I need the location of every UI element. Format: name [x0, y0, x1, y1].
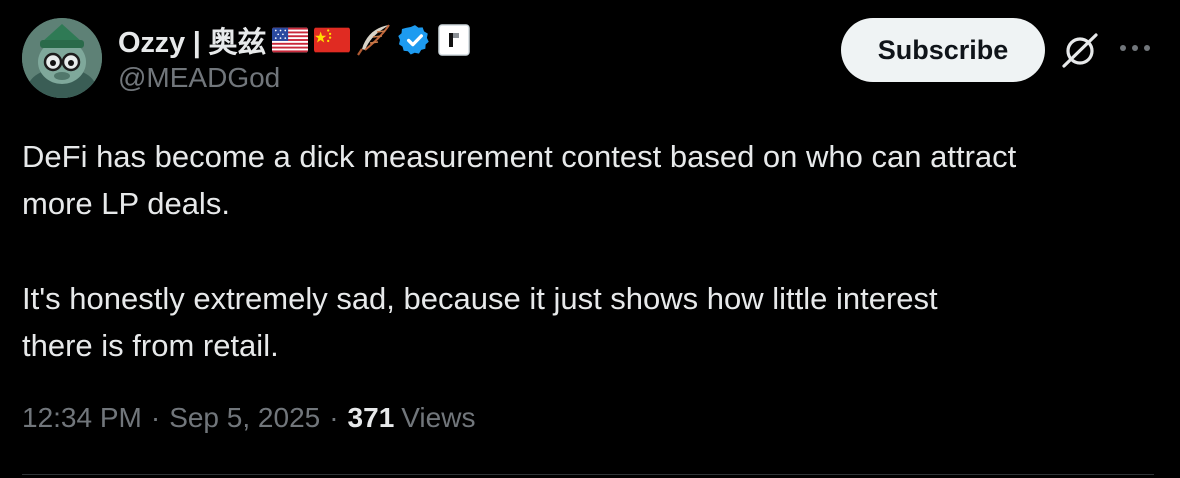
author-handle[interactable]: @MEADGod — [118, 62, 280, 94]
avatar[interactable] — [22, 18, 102, 98]
tweet-date[interactable]: Sep 5, 2025 — [169, 402, 320, 434]
tweet-time[interactable]: 12:34 PM — [22, 402, 142, 434]
separator: · — [329, 402, 339, 433]
grok-icon[interactable] — [1060, 30, 1100, 70]
china-flag-icon — [314, 27, 351, 53]
tweet-paragraph: DeFi has become a dick measurement conte… — [22, 139, 1017, 221]
subscribe-button[interactable]: Subscribe — [841, 18, 1045, 82]
us-flag-icon — [272, 27, 309, 53]
verified-badge-icon[interactable] — [398, 23, 432, 57]
tweet-paragraph: It's honestly extremely sad, because it … — [22, 281, 938, 363]
views-count[interactable]: 371 — [348, 402, 395, 434]
affiliate-badge-icon[interactable] — [438, 24, 470, 56]
divider — [22, 474, 1154, 475]
tweet-metadata: 12:34 PM · Sep 5, 2025 · 371 Views — [22, 402, 475, 434]
author-name-row[interactable]: Ozzy | 奥兹 — [118, 19, 470, 61]
views-label: Views — [401, 402, 476, 433]
feather-icon — [356, 23, 392, 57]
display-name[interactable]: Ozzy | 奥兹 — [118, 19, 266, 61]
more-icon[interactable] — [1117, 38, 1153, 58]
tweet-text: DeFi has become a dick measurement conte… — [22, 133, 1162, 369]
separator: · — [150, 402, 161, 433]
